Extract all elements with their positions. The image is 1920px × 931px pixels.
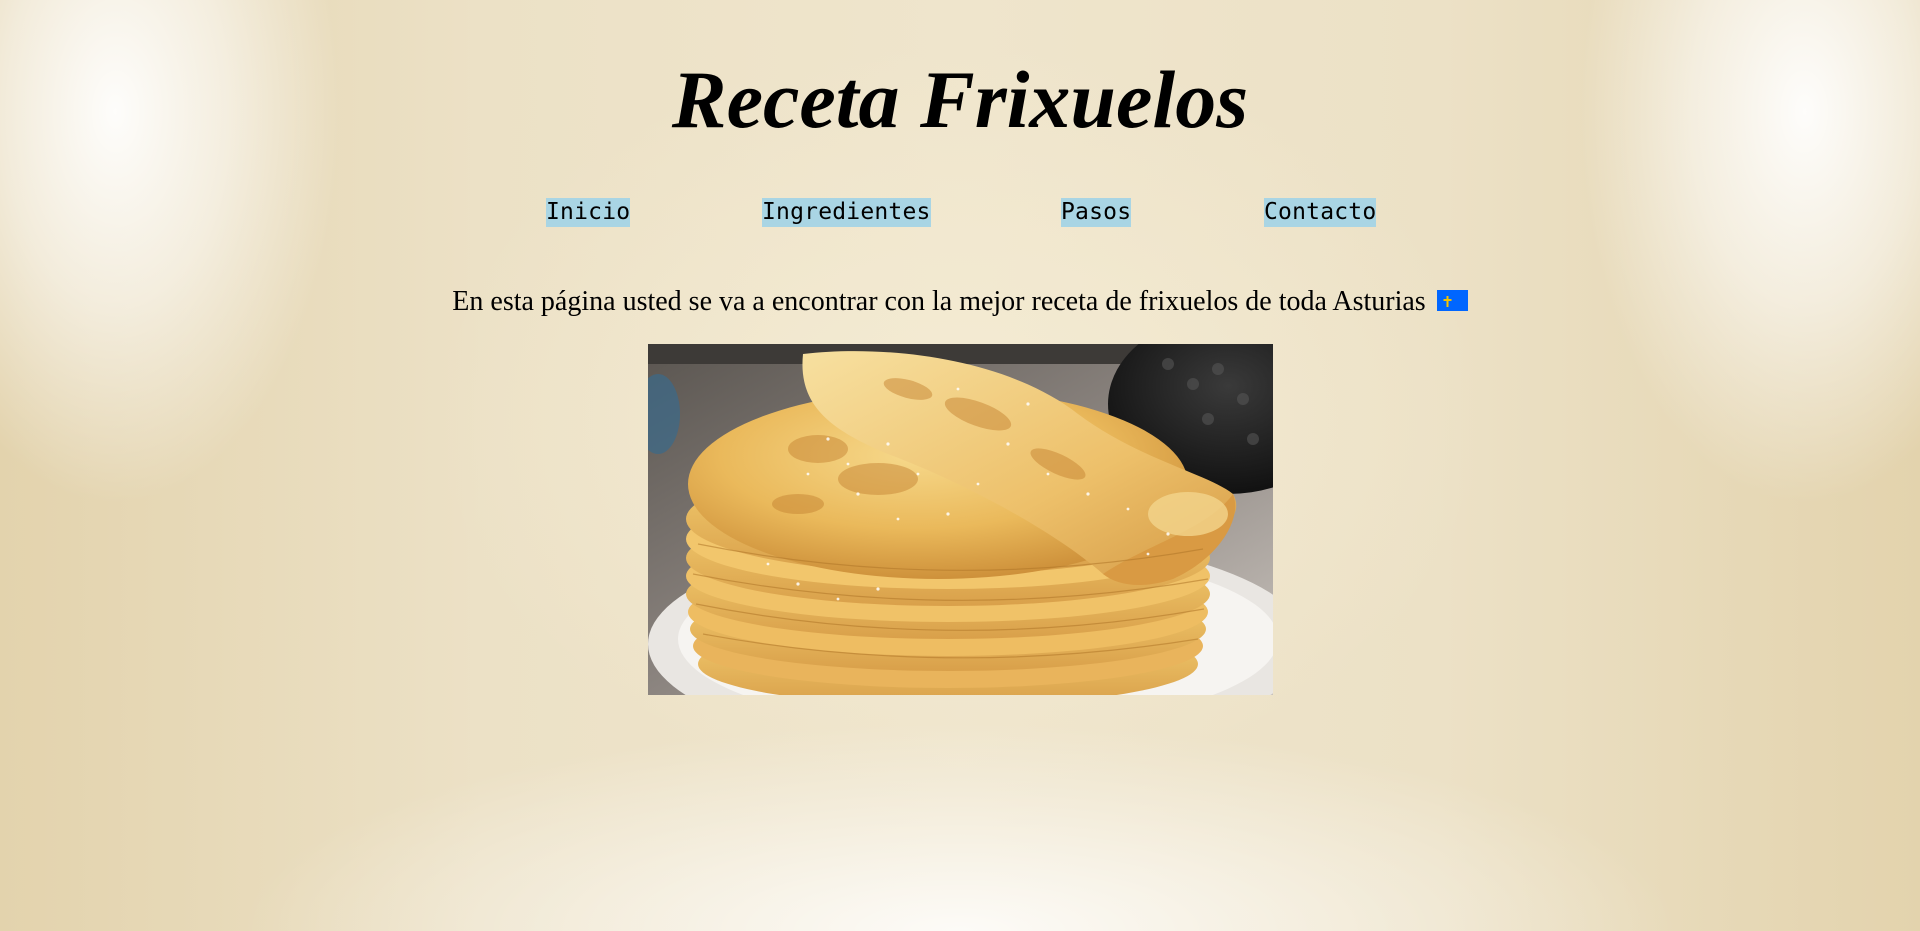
frixuelos-photo <box>648 344 1273 695</box>
asturias-flag-icon <box>1436 290 1468 311</box>
intro-paragraph: En esta página usted se va a encontrar c… <box>0 284 1920 320</box>
intro-text: En esta página usted se va a encontrar c… <box>452 286 1426 317</box>
main-nav: Inicio Ingredientes Pasos Contacto <box>0 198 1920 228</box>
nav-link-ingredientes[interactable]: Ingredientes <box>762 198 931 227</box>
nav-link-contacto[interactable]: Contacto <box>1264 198 1377 227</box>
page-title: Receta Frixuelos <box>671 54 1249 145</box>
nav-link-pasos[interactable]: Pasos <box>1061 198 1132 227</box>
nav-link-inicio[interactable]: Inicio <box>546 198 631 227</box>
